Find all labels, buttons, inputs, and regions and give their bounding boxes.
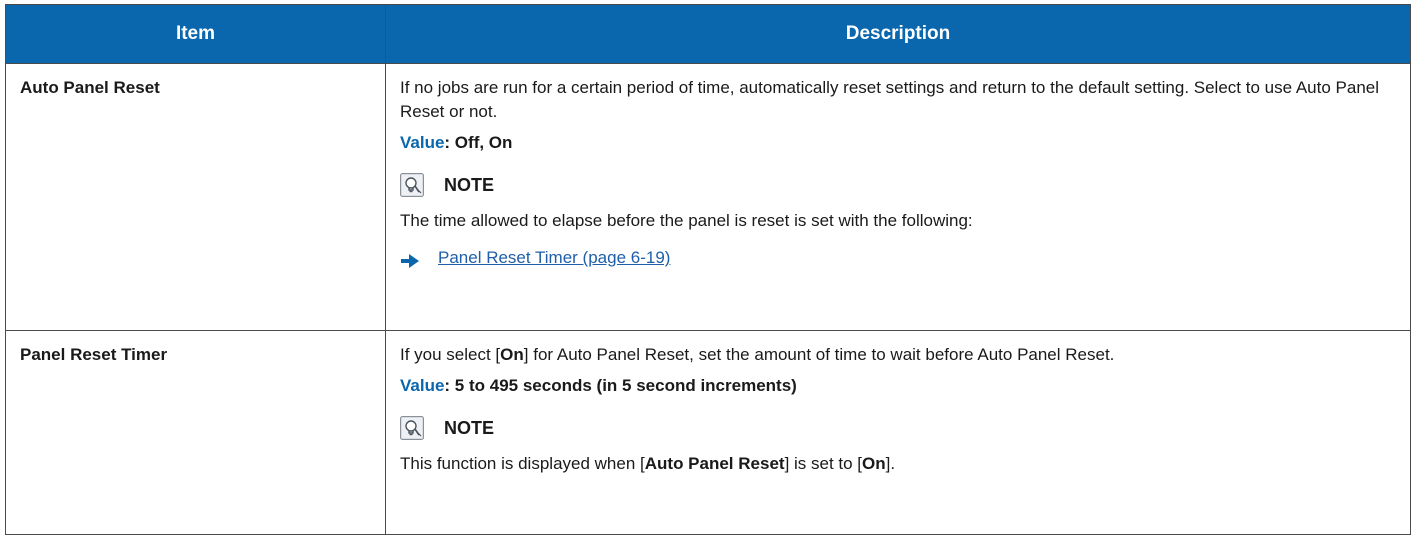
note-text: The time allowed to elapse before the pa… bbox=[400, 211, 973, 230]
description-prefix: If you select [ bbox=[400, 345, 501, 364]
description-suffix: ] for Auto Panel Reset, set the amount o… bbox=[523, 345, 1115, 364]
note-text: This function is displayed when [Auto Pa… bbox=[400, 452, 1398, 476]
header-description: Description bbox=[385, 4, 1411, 64]
note-prefix: This function is displayed when [ bbox=[400, 454, 645, 473]
header-item: Item bbox=[5, 4, 386, 64]
description-cell-auto-panel-reset: If no jobs are run for a certain period … bbox=[385, 63, 1411, 331]
value-text: : Off, On bbox=[444, 133, 513, 152]
value-line: Value: Off, On bbox=[400, 131, 1398, 155]
table-row: Panel Reset Timer If you select [On] for… bbox=[5, 330, 1411, 535]
value-line: Value: 5 to 495 seconds (in 5 second inc… bbox=[400, 374, 1398, 398]
note-bold-term-1: Auto Panel Reset bbox=[644, 454, 785, 473]
value-label: Value bbox=[400, 133, 445, 152]
note-bold-term-2: On bbox=[862, 454, 886, 473]
note-suffix: ]. bbox=[885, 454, 896, 473]
note-lightbulb-icon bbox=[400, 416, 424, 440]
note-lightbulb-icon bbox=[400, 173, 424, 197]
description-bold-term: On bbox=[500, 345, 524, 364]
note-heading: NOTE bbox=[400, 170, 1398, 200]
settings-table: Item Description Auto Panel Reset If no … bbox=[5, 4, 1411, 535]
table-header-row: Item Description bbox=[5, 4, 1411, 64]
reference-line: Panel Reset Timer (page 6-19) bbox=[400, 245, 1398, 271]
note-heading: NOTE bbox=[400, 413, 1398, 443]
value-text: : 5 to 495 seconds (in 5 second incremen… bbox=[444, 376, 797, 395]
item-cell-panel-reset-timer: Panel Reset Timer bbox=[5, 330, 386, 535]
description-text: If no jobs are run for a certain period … bbox=[400, 78, 1380, 121]
note-middle: ] is set to [ bbox=[784, 454, 863, 473]
value-label: Value bbox=[400, 376, 445, 395]
item-cell-auto-panel-reset: Auto Panel Reset bbox=[5, 63, 386, 331]
table-row: Auto Panel Reset If no jobs are run for … bbox=[5, 63, 1411, 331]
description-cell-panel-reset-timer: If you select [On] for Auto Panel Reset,… bbox=[385, 330, 1411, 535]
note-title: NOTE bbox=[444, 175, 495, 195]
note-title: NOTE bbox=[444, 418, 495, 438]
description-text: If you select [On] for Auto Panel Reset,… bbox=[400, 343, 1398, 367]
reference-arrow-icon bbox=[400, 251, 420, 268]
panel-reset-timer-link[interactable]: Panel Reset Timer (page 6-19) bbox=[438, 246, 670, 270]
